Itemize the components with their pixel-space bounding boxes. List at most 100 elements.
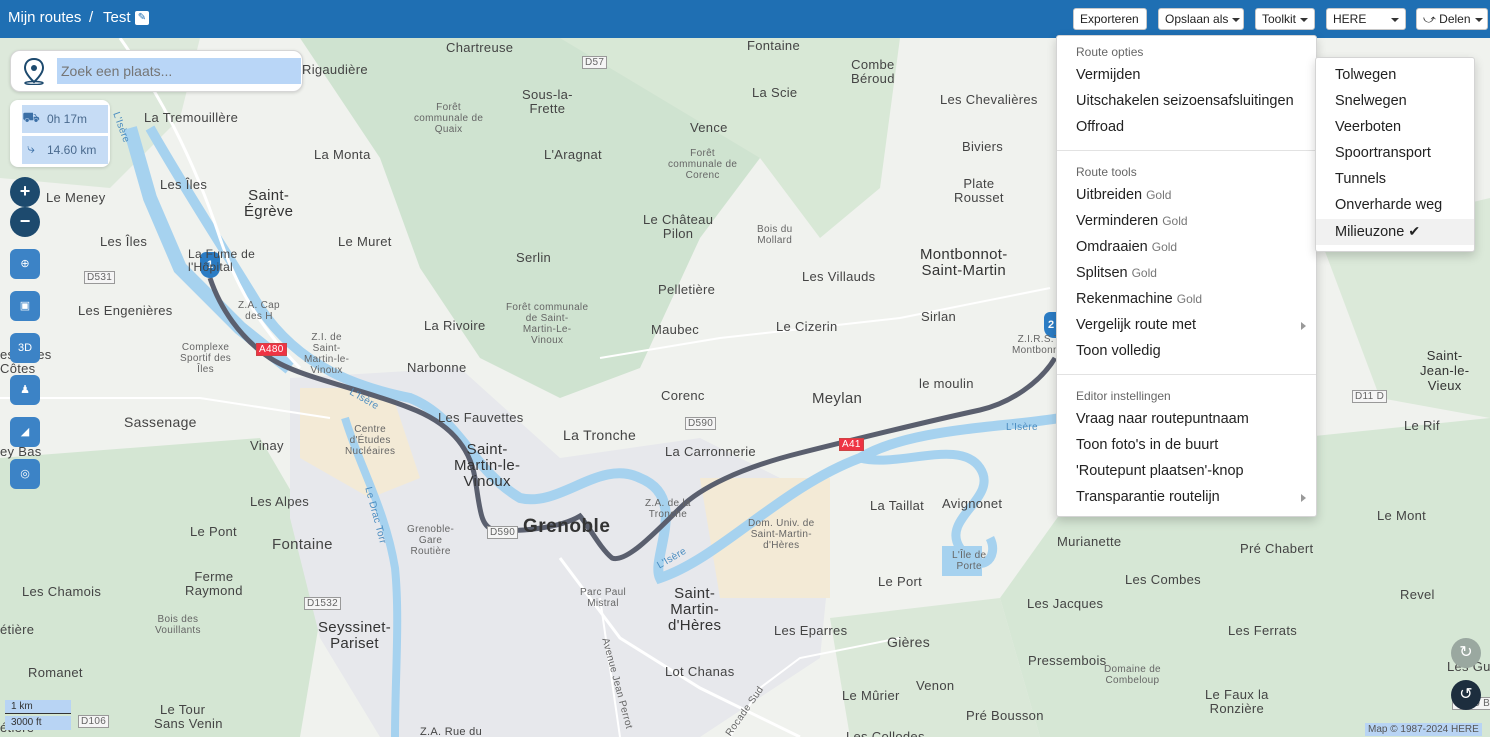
map-label: Fontaine [272, 536, 333, 553]
map-label: Montbonnot- Saint-Martin [920, 246, 1008, 279]
menu-section-route-options: Route opties [1076, 45, 1144, 59]
avoid-item-unpaved[interactable]: Onverharde weg [1335, 197, 1442, 213]
map-label: Saint- Martin-le- Vinoux [454, 441, 521, 490]
map-label: Fontaine [747, 38, 800, 53]
menu-item-label: Verminderen [1076, 213, 1159, 229]
map-label: étière [0, 622, 35, 637]
map-label: Bois du Mollard [757, 224, 793, 246]
map-label: Ferme Raymond [185, 569, 243, 598]
layers-button[interactable]: ▣ [10, 291, 40, 321]
street-view-button[interactable]: ♟ [10, 375, 40, 405]
menu-item-place-waypoint-button[interactable]: 'Routepunt plaatsen'-knop [1076, 463, 1244, 479]
zoom-out-button[interactable]: − [10, 207, 40, 237]
menu-item-reduce[interactable]: Verminderen Gold [1076, 213, 1188, 229]
menu-item-label: Milieuzone [1335, 224, 1405, 240]
avoid-item-tolls[interactable]: Tolwegen [1335, 67, 1396, 83]
reset-view-button[interactable]: ↺ [1451, 680, 1481, 710]
menu-item-show-nearby-photos[interactable]: Toon foto's in de buurt [1076, 437, 1218, 453]
menu-item-label: Toon volledig [1076, 343, 1161, 359]
map-label: Centre d'Études Nucléaires [345, 424, 396, 457]
chart-icon: ◢ [20, 426, 30, 438]
map-label: La Tronche [563, 427, 637, 443]
distance-row: ⤷ 14.60 km [22, 136, 108, 164]
road-shield: A480 [256, 343, 287, 356]
3d-label: 3D [17, 342, 33, 354]
road-shield: D531 [84, 271, 116, 284]
map-label: Parc Paul Mistral [580, 587, 627, 609]
locate-pin-button[interactable]: ⊕ [10, 249, 40, 279]
share-button[interactable]: ⤻ Delen [1416, 8, 1488, 30]
menu-item-offroad[interactable]: Offroad [1076, 119, 1124, 135]
map-label: Combe Béroud [851, 57, 895, 86]
avoid-item-low-emission-zone[interactable]: Milieuzone ✔ [1335, 223, 1420, 240]
chevron-down-icon [1474, 17, 1483, 22]
map-label: Grenoble- Gare Routière [407, 524, 455, 557]
route-title[interactable]: Test [103, 9, 131, 26]
menu-item-label: Vergelijk route met [1076, 317, 1197, 333]
map-label: Saint- Martin- d'Hères [668, 585, 722, 634]
refresh-button[interactable]: ↻ [1451, 638, 1481, 668]
map-label: La Fume de l'Hôpital [188, 247, 256, 274]
menu-item-compare-route[interactable]: Vergelijk route met [1076, 317, 1196, 333]
menu-item-split[interactable]: Splitsen Gold [1076, 265, 1157, 281]
menu-item-route-line-transparency[interactable]: Transparantie routelijn [1076, 489, 1220, 505]
road-shield: D57 [582, 56, 608, 69]
menu-item-disable-seasonal-closures[interactable]: Uitschakelen seizoensafsluitingen [1076, 93, 1294, 109]
menu-divider [1057, 150, 1316, 151]
menu-item-avoid[interactable]: Vermijden [1076, 67, 1140, 83]
road-shield: D1532 [304, 597, 341, 610]
map-label: Biviers [962, 139, 1004, 154]
export-button[interactable]: Exporteren [1073, 8, 1147, 30]
map-label: le moulin [919, 376, 974, 391]
route-info-panel: ⛟ 0h 17m ⤷ 14.60 km [10, 100, 110, 167]
search-input[interactable] [57, 58, 301, 84]
globe-button[interactable]: ◎ [10, 459, 40, 489]
map-label: La Tremouillère [144, 110, 239, 125]
avoid-item-ferries[interactable]: Veerboten [1335, 119, 1401, 135]
map-label: Le Faux la Ronzière [1205, 687, 1269, 716]
map-label: Le Muret [338, 234, 392, 249]
map-copyright: Map © 1987-2024 HERE [1365, 723, 1482, 736]
map-label: Z.A. Cap des H [238, 300, 280, 322]
3d-button[interactable]: 3D [10, 333, 40, 363]
gold-badge: Gold [1131, 266, 1157, 280]
map-label: Les Ferrats [1228, 623, 1298, 638]
menu-section-route-tools: Route tools [1076, 165, 1137, 179]
edit-title-icon[interactable]: ✎ [135, 11, 149, 25]
map-label: Seyssinet- Pariset [318, 619, 392, 652]
map-label: Les Villauds [802, 269, 876, 284]
map-label: La Monta [314, 147, 371, 162]
chevron-down-icon [1300, 17, 1309, 22]
map-provider-select[interactable]: HERE [1326, 8, 1406, 30]
map-label: Le Port [878, 574, 923, 589]
chevron-down-icon [1391, 18, 1399, 22]
toolkit-button[interactable]: Toolkit [1255, 8, 1315, 30]
avoid-item-rail[interactable]: Spoortransport [1335, 145, 1431, 161]
export-label: Exporteren [1080, 12, 1139, 26]
menu-item-ask-waypoint-name[interactable]: Vraag naar routepuntnaam [1076, 411, 1249, 427]
menu-item-calculator[interactable]: Rekenmachine Gold [1076, 291, 1202, 307]
map-label: Corenc [661, 388, 705, 403]
zoom-in-button[interactable]: + [10, 177, 40, 207]
menu-item-extend[interactable]: Uitbreiden Gold [1076, 187, 1171, 203]
map-label: La Carronnerie [665, 444, 756, 459]
road-shield: D590 [685, 417, 717, 430]
zoom-out-label: − [19, 211, 31, 231]
menu-item-show-full[interactable]: Toon volledig [1076, 343, 1161, 359]
chevron-right-icon [1301, 322, 1306, 330]
menu-item-reverse[interactable]: Omdraaien Gold [1076, 239, 1177, 255]
map-label: Pressembois [1028, 653, 1107, 668]
elevation-button[interactable]: ◢ [10, 417, 40, 447]
map-label: Les Îles [100, 234, 148, 249]
add-location-icon: ⊕ [20, 258, 30, 270]
map-label: Le Pont [190, 524, 237, 539]
map-label: Le Château Pilon [643, 212, 714, 241]
scale-imperial: 3000 ft [5, 716, 71, 730]
map-label: Pré Bousson [966, 708, 1044, 723]
avoid-item-highways[interactable]: Snelwegen [1335, 93, 1407, 109]
map-label: Le Mont [1377, 508, 1427, 523]
person-icon: ♟ [20, 384, 30, 396]
save-as-button[interactable]: Opslaan als [1158, 8, 1244, 30]
avoid-item-tunnels[interactable]: Tunnels [1335, 171, 1386, 187]
breadcrumb-my-routes[interactable]: Mijn routes [8, 9, 81, 26]
